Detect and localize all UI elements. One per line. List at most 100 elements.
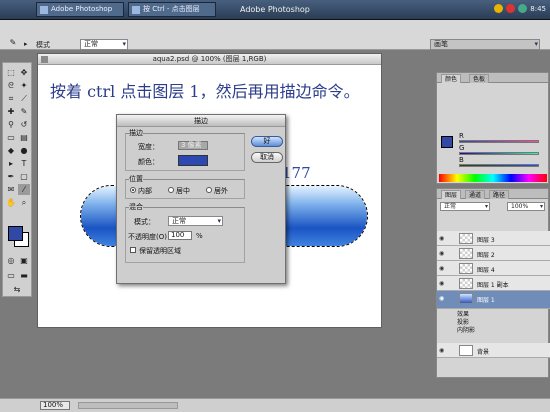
width-field[interactable]: 3 像素 [178, 141, 208, 150]
eye-icon[interactable]: ◉ [439, 347, 444, 354]
tool-preset-icon[interactable]: ✎ [6, 37, 20, 48]
options-menu[interactable]: ▸ [24, 40, 28, 48]
blend-mode-select[interactable]: 正常 [168, 216, 223, 226]
toolbox: ⬚ ✥ ᘓ ✦ ⌗ ⟋ ✚ ✎ ⚲ ↺ ▭ ▤ ◆ ● ▸ T ✒ ▢ ✉ ⁄ … [2, 62, 32, 297]
mode-select[interactable]: 正常 [80, 39, 128, 50]
document-window: aqua2.psd @ 100% (图层 1,RGB) 按着 ctrl 点击图层… [37, 53, 382, 328]
slice-tool-icon[interactable]: ⟋ [18, 93, 30, 104]
tab-color[interactable]: 颜色 [441, 74, 462, 83]
layer-thumbnail [459, 278, 473, 289]
ok-button[interactable]: 好 [251, 136, 283, 147]
layer-thumbnail [459, 263, 473, 274]
layer-thumbnail [459, 248, 473, 259]
stroke-group: 描边 宽度： 3 像素 颜色： [125, 128, 245, 171]
layer-list: ◉ 图层 3 ◉ 图层 2 ◉ 图层 4 ◉ 图层 1 副本 ◉ 图层 1 效果 投影 内… [437, 215, 550, 375]
type-tool-icon[interactable]: T [18, 158, 30, 169]
healing-brush-icon[interactable]: ✚ [5, 106, 17, 117]
zoom-tool-icon[interactable]: ⌕ [18, 197, 30, 208]
tab-layers[interactable]: 图层 [441, 190, 462, 199]
tab-channels[interactable]: 通道 [465, 190, 486, 199]
width-label: 宽度： [138, 143, 159, 151]
preserve-transparency-checkbox[interactable] [130, 247, 136, 253]
color-spectrum[interactable] [439, 174, 547, 182]
color-label: 颜色： [138, 158, 159, 166]
tab-paths[interactable]: 路径 [489, 190, 510, 199]
inside-radio[interactable] [130, 187, 136, 193]
quick-mask-icon[interactable]: ◎ [5, 255, 17, 266]
layer-row[interactable]: ◉ 图层 2 [437, 246, 550, 261]
preserve-transparency-label: 保留透明区域 [139, 247, 181, 255]
user-icon[interactable] [494, 4, 503, 13]
network-icon[interactable] [518, 4, 527, 13]
layer-effects: 效果 投影 内阴影 [457, 311, 476, 334]
layer-row-selected[interactable]: ◉ 图层 1 [437, 291, 550, 309]
taskbar-button-photoshop[interactable]: Adobe Photoshop [36, 2, 124, 17]
eye-icon[interactable]: ◉ [439, 280, 444, 287]
layer-blend-mode[interactable]: 正常 [440, 202, 490, 211]
eraser-tool-icon[interactable]: ▭ [5, 132, 17, 143]
tutorial-instruction: 按着 ctrl 点击图层 1，然后再用描边命令。 [50, 82, 360, 101]
hand-tool-icon[interactable]: ✋ [5, 197, 17, 208]
color-panel: 颜色 色板 R G B [436, 72, 549, 184]
shape-tool-icon[interactable]: ▢ [18, 171, 30, 182]
jump-to-imageready-icon[interactable]: ⇆ [11, 284, 23, 295]
panel-foreground-swatch[interactable] [441, 136, 453, 148]
taskbar-button-tutorial[interactable]: 按 Ctrl - 点击图层 [128, 2, 216, 17]
magic-wand-icon[interactable]: ✦ [18, 80, 30, 91]
photoshop-icon [40, 6, 48, 14]
eye-icon[interactable]: ◉ [439, 265, 444, 272]
path-select-icon[interactable]: ▸ [5, 158, 17, 169]
dodge-tool-icon[interactable]: ● [18, 145, 30, 156]
cancel-button[interactable]: 取消 [251, 152, 283, 163]
lasso-tool-icon[interactable]: ᘓ [5, 80, 17, 91]
layer-opacity[interactable]: 100% [507, 202, 545, 211]
layer-thumbnail [459, 293, 473, 304]
crop-tool-icon[interactable]: ⌗ [5, 93, 17, 104]
mode-label: 模式 [36, 41, 50, 49]
opacity-field[interactable]: 100 [168, 231, 192, 240]
layer-row[interactable]: ◉ 图层 3 [437, 231, 550, 246]
green-slider[interactable] [459, 152, 539, 155]
gradient-tool-icon[interactable]: ▤ [18, 132, 30, 143]
notes-tool-icon[interactable]: ✉ [5, 184, 17, 195]
brush-field[interactable]: 画笔 [430, 39, 540, 50]
window-title: Adobe Photoshop [240, 5, 310, 14]
blur-tool-icon[interactable]: ◆ [5, 145, 17, 156]
pen-tool-icon[interactable]: ✒ [5, 171, 17, 182]
foreground-color-swatch[interactable] [8, 226, 23, 241]
eye-icon[interactable]: ◉ [439, 250, 444, 257]
marquee-tool-icon[interactable]: ⬚ [5, 67, 17, 78]
fullscreen-mode-icon[interactable]: ▬ [18, 270, 30, 281]
blending-group: 混合 模式： 正常 不透明度(O)： 100 % 保留透明区域 [125, 202, 245, 263]
layers-panel: 图层 通道 路径 正常 100% ◉图层 3 ◉图层 2 ◉图层 4 ◉图层 1… [436, 188, 550, 378]
layer-row-background[interactable]: ◉ 背景 [437, 343, 550, 358]
eye-icon[interactable]: ◉ [439, 295, 444, 302]
tab-swatches[interactable]: 色板 [469, 74, 490, 83]
eye-icon[interactable]: ◉ [439, 235, 444, 242]
zoom-field[interactable]: 100% [40, 401, 70, 410]
eyedropper-tool-icon[interactable]: ⁄ [18, 184, 30, 195]
brush-tool-icon[interactable]: ✎ [18, 106, 30, 117]
blend-mode-label: 模式： [134, 218, 155, 226]
center-radio[interactable] [168, 187, 174, 193]
location-group: 位置 内部 居中 居外 [125, 174, 245, 199]
outside-radio[interactable] [206, 187, 212, 193]
stamp-tool-icon[interactable]: ⚲ [5, 119, 17, 130]
options-bar: ✎ ▸ 模式 正常 画笔 [0, 20, 550, 50]
history-brush-icon[interactable]: ↺ [18, 119, 30, 130]
screen-mode-icon[interactable]: ▭ [5, 270, 17, 281]
alert-icon[interactable] [506, 4, 515, 13]
layer-thumbnail [459, 345, 473, 356]
move-tool-icon[interactable]: ✥ [18, 67, 30, 78]
red-slider[interactable] [459, 140, 539, 143]
stroke-color-swatch[interactable] [178, 155, 208, 166]
opacity-unit: % [196, 232, 203, 240]
layer-thumbnail [459, 233, 473, 244]
dialog-title: 描边 [117, 115, 285, 127]
layer-row[interactable]: ◉ 图层 1 副本 [437, 276, 550, 291]
clock: 8:45 [530, 5, 546, 13]
status-bar: 100% [0, 398, 550, 412]
layer-row[interactable]: ◉ 图层 4 [437, 261, 550, 276]
blue-slider[interactable] [459, 164, 539, 167]
standard-mode-icon[interactable]: ▣ [18, 255, 30, 266]
